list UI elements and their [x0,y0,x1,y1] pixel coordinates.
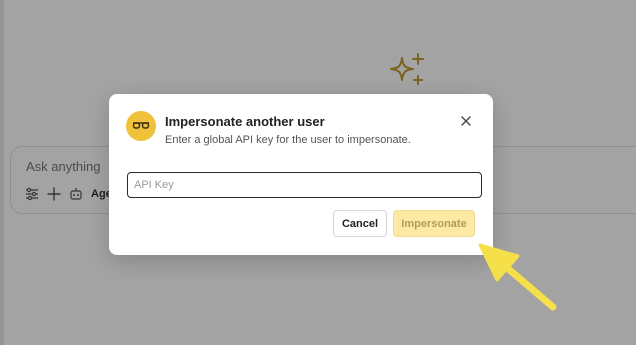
impersonate-dialog: Impersonate another user Enter a global … [109,94,493,255]
impersonate-button[interactable]: Impersonate [393,210,475,237]
cancel-button[interactable]: Cancel [333,210,387,237]
glasses-icon [126,111,156,141]
close-icon [461,116,471,126]
api-key-input[interactable] [127,172,482,198]
close-button[interactable] [459,114,473,128]
dialog-title: Impersonate another user [165,114,325,129]
dialog-description: Enter a global API key for the user to i… [165,134,411,146]
